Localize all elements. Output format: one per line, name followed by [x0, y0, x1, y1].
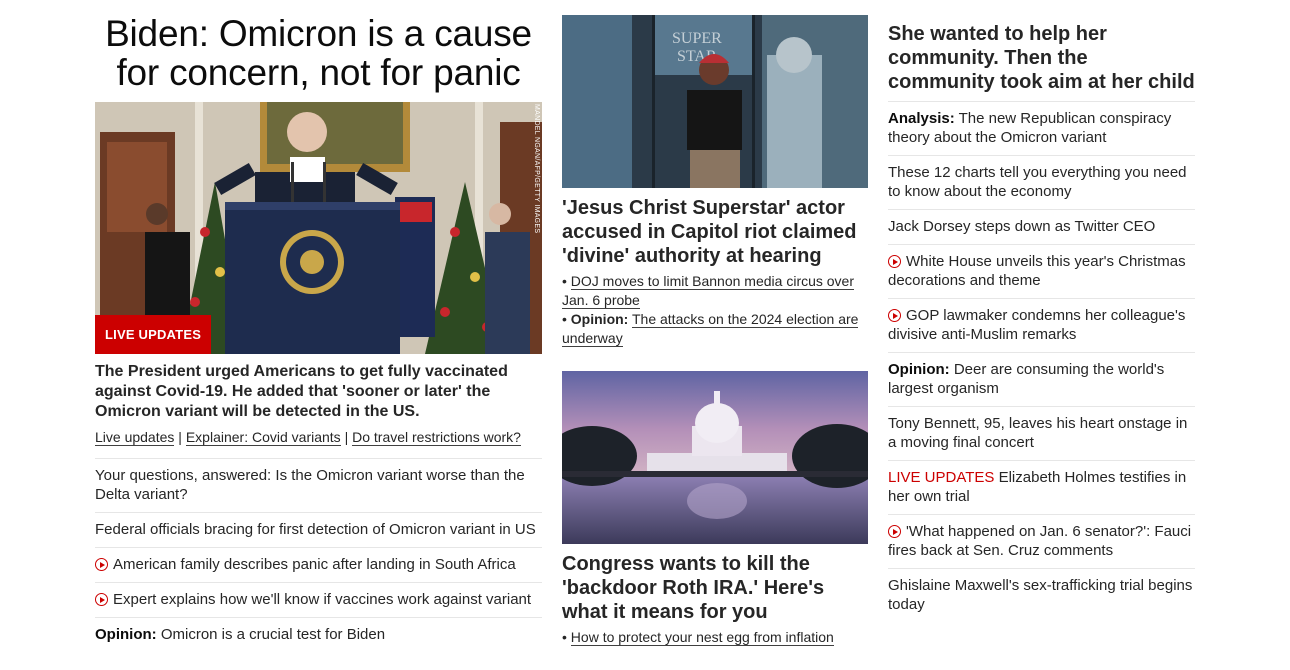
lead-story-image[interactable]: MANDEL NGAN/AFP/GETTY IMAGES LIVE UPDATE…: [95, 102, 542, 354]
community-headline[interactable]: She wanted to help her community. Then t…: [888, 22, 1195, 94]
superstar-actor-image[interactable]: SUPER STAR: [562, 15, 868, 188]
capitol-riot-photo-illustration: SUPER STAR: [562, 15, 868, 188]
list-item-text: 'What happened on Jan. 6 senator?': Fauc…: [888, 523, 1192, 559]
roth-ira-headline[interactable]: Congress wants to kill the 'backdoor Rot…: [562, 552, 868, 624]
list-item[interactable]: Your questions, answered: Is the Omicron…: [95, 458, 542, 512]
list-item[interactable]: Analysis: The new Republican conspiracy …: [888, 101, 1195, 155]
list-item[interactable]: White House unveils this year's Christma…: [888, 244, 1195, 298]
list-item[interactable]: American family describes panic after la…: [95, 547, 542, 582]
list-item-text: These 12 charts tell you everything you …: [888, 164, 1187, 200]
list-item-prefix: Opinion:: [888, 361, 950, 378]
video-play-icon: [888, 525, 901, 538]
lead-story-list: Your questions, answered: Is the Omicron…: [95, 458, 542, 652]
list-item[interactable]: GOP lawmaker condemns her colleague's di…: [888, 298, 1195, 352]
photo-credit: MANDEL NGAN/AFP/GETTY IMAGES: [533, 104, 540, 234]
middle-column: SUPER STAR 'Jesus Christ Superstar' acto…: [562, 0, 868, 647]
right-story-list: Analysis: The new Republican conspiracy …: [888, 101, 1195, 622]
right-column: She wanted to help her community. Then t…: [888, 0, 1195, 622]
list-item[interactable]: These 12 charts tell you everything you …: [888, 155, 1195, 209]
svg-text:SUPER: SUPER: [672, 30, 722, 47]
list-item-text: Jack Dorsey steps down as Twitter CEO: [888, 218, 1156, 235]
list-item[interactable]: 'What happened on Jan. 6 senator?': Fauc…: [888, 514, 1195, 568]
video-play-icon: [95, 558, 108, 571]
list-item-text: GOP lawmaker condemns her colleague's di…: [888, 307, 1186, 343]
superstar-actor-headline[interactable]: 'Jesus Christ Superstar' actor accused i…: [562, 196, 868, 268]
list-item[interactable]: Tony Bennett, 95, leaves his heart onsta…: [888, 406, 1195, 460]
superstar-related-links: • DOJ moves to limit Bannon media circus…: [562, 272, 868, 348]
list-item-text: Tony Bennett, 95, leaves his heart onsta…: [888, 415, 1188, 451]
related-link-item: • How to protect your nest egg from infl…: [562, 628, 868, 647]
link-separator: |: [178, 429, 182, 445]
capitol-dusk-illustration: [562, 371, 868, 544]
list-item[interactable]: Opinion: Omicron is a crucial test for B…: [95, 617, 542, 652]
roth-ira-related-links: • How to protect your nest egg from infl…: [562, 628, 868, 647]
list-item[interactable]: Opinion: Deer are consuming the world's …: [888, 352, 1195, 406]
live-updates-badge[interactable]: LIVE UPDATES: [95, 315, 212, 354]
list-item[interactable]: Jack Dorsey steps down as Twitter CEO: [888, 209, 1195, 244]
bannon-media-link[interactable]: DOJ moves to limit Bannon media circus o…: [562, 273, 855, 309]
video-play-icon: [95, 593, 108, 606]
list-item[interactable]: Expert explains how we'll know if vaccin…: [95, 582, 542, 617]
lead-related-links: Live updates | Explainer: Covid variants…: [95, 428, 542, 446]
bullet: •: [562, 311, 567, 327]
video-play-icon: [888, 309, 901, 322]
lead-description[interactable]: The President urged Americans to get ful…: [95, 362, 542, 422]
capitol-image[interactable]: [562, 371, 868, 544]
travel-restrictions-link[interactable]: Do travel restrictions work?: [352, 429, 521, 446]
lead-story-column: Biden: Omicron is a cause for concern, n…: [95, 0, 542, 652]
bullet: •: [562, 629, 567, 645]
list-item-text: Expert explains how we'll know if vaccin…: [113, 591, 532, 608]
bullet: •: [562, 273, 567, 289]
list-item-text: Federal officials bracing for first dete…: [95, 521, 536, 538]
link-separator: |: [344, 429, 349, 445]
list-item-prefix: Analysis:: [888, 110, 955, 127]
related-link-item: • Opinion: The attacks on the 2024 elect…: [562, 310, 868, 348]
list-item-text: White House unveils this year's Christma…: [888, 253, 1186, 289]
live-updates-label: LIVE UPDATES: [888, 469, 995, 486]
nest-egg-link[interactable]: How to protect your nest egg from inflat…: [570, 629, 834, 646]
related-link-item: • DOJ moves to limit Bannon media circus…: [562, 272, 868, 310]
video-play-icon: [888, 255, 901, 268]
list-item[interactable]: Ghislaine Maxwell's sex-trafficking tria…: [888, 568, 1195, 622]
list-item-prefix: Opinion:: [95, 626, 157, 643]
list-item-text: Ghislaine Maxwell's sex-trafficking tria…: [888, 577, 1193, 613]
list-item[interactable]: Federal officials bracing for first dete…: [95, 512, 542, 547]
live-updates-link[interactable]: Live updates: [95, 429, 175, 446]
lead-headline[interactable]: Biden: Omicron is a cause for concern, n…: [95, 14, 542, 92]
explainer-covid-variants-link[interactable]: Explainer: Covid variants: [185, 429, 341, 446]
list-item-text: Omicron is a crucial test for Biden: [160, 626, 386, 643]
list-item-text: American family describes panic after la…: [113, 556, 516, 573]
opinion-prefix: Opinion:: [570, 311, 629, 327]
list-item-text: Your questions, answered: Is the Omicron…: [95, 467, 525, 503]
list-item[interactable]: LIVE UPDATES Elizabeth Holmes testifies …: [888, 460, 1195, 514]
